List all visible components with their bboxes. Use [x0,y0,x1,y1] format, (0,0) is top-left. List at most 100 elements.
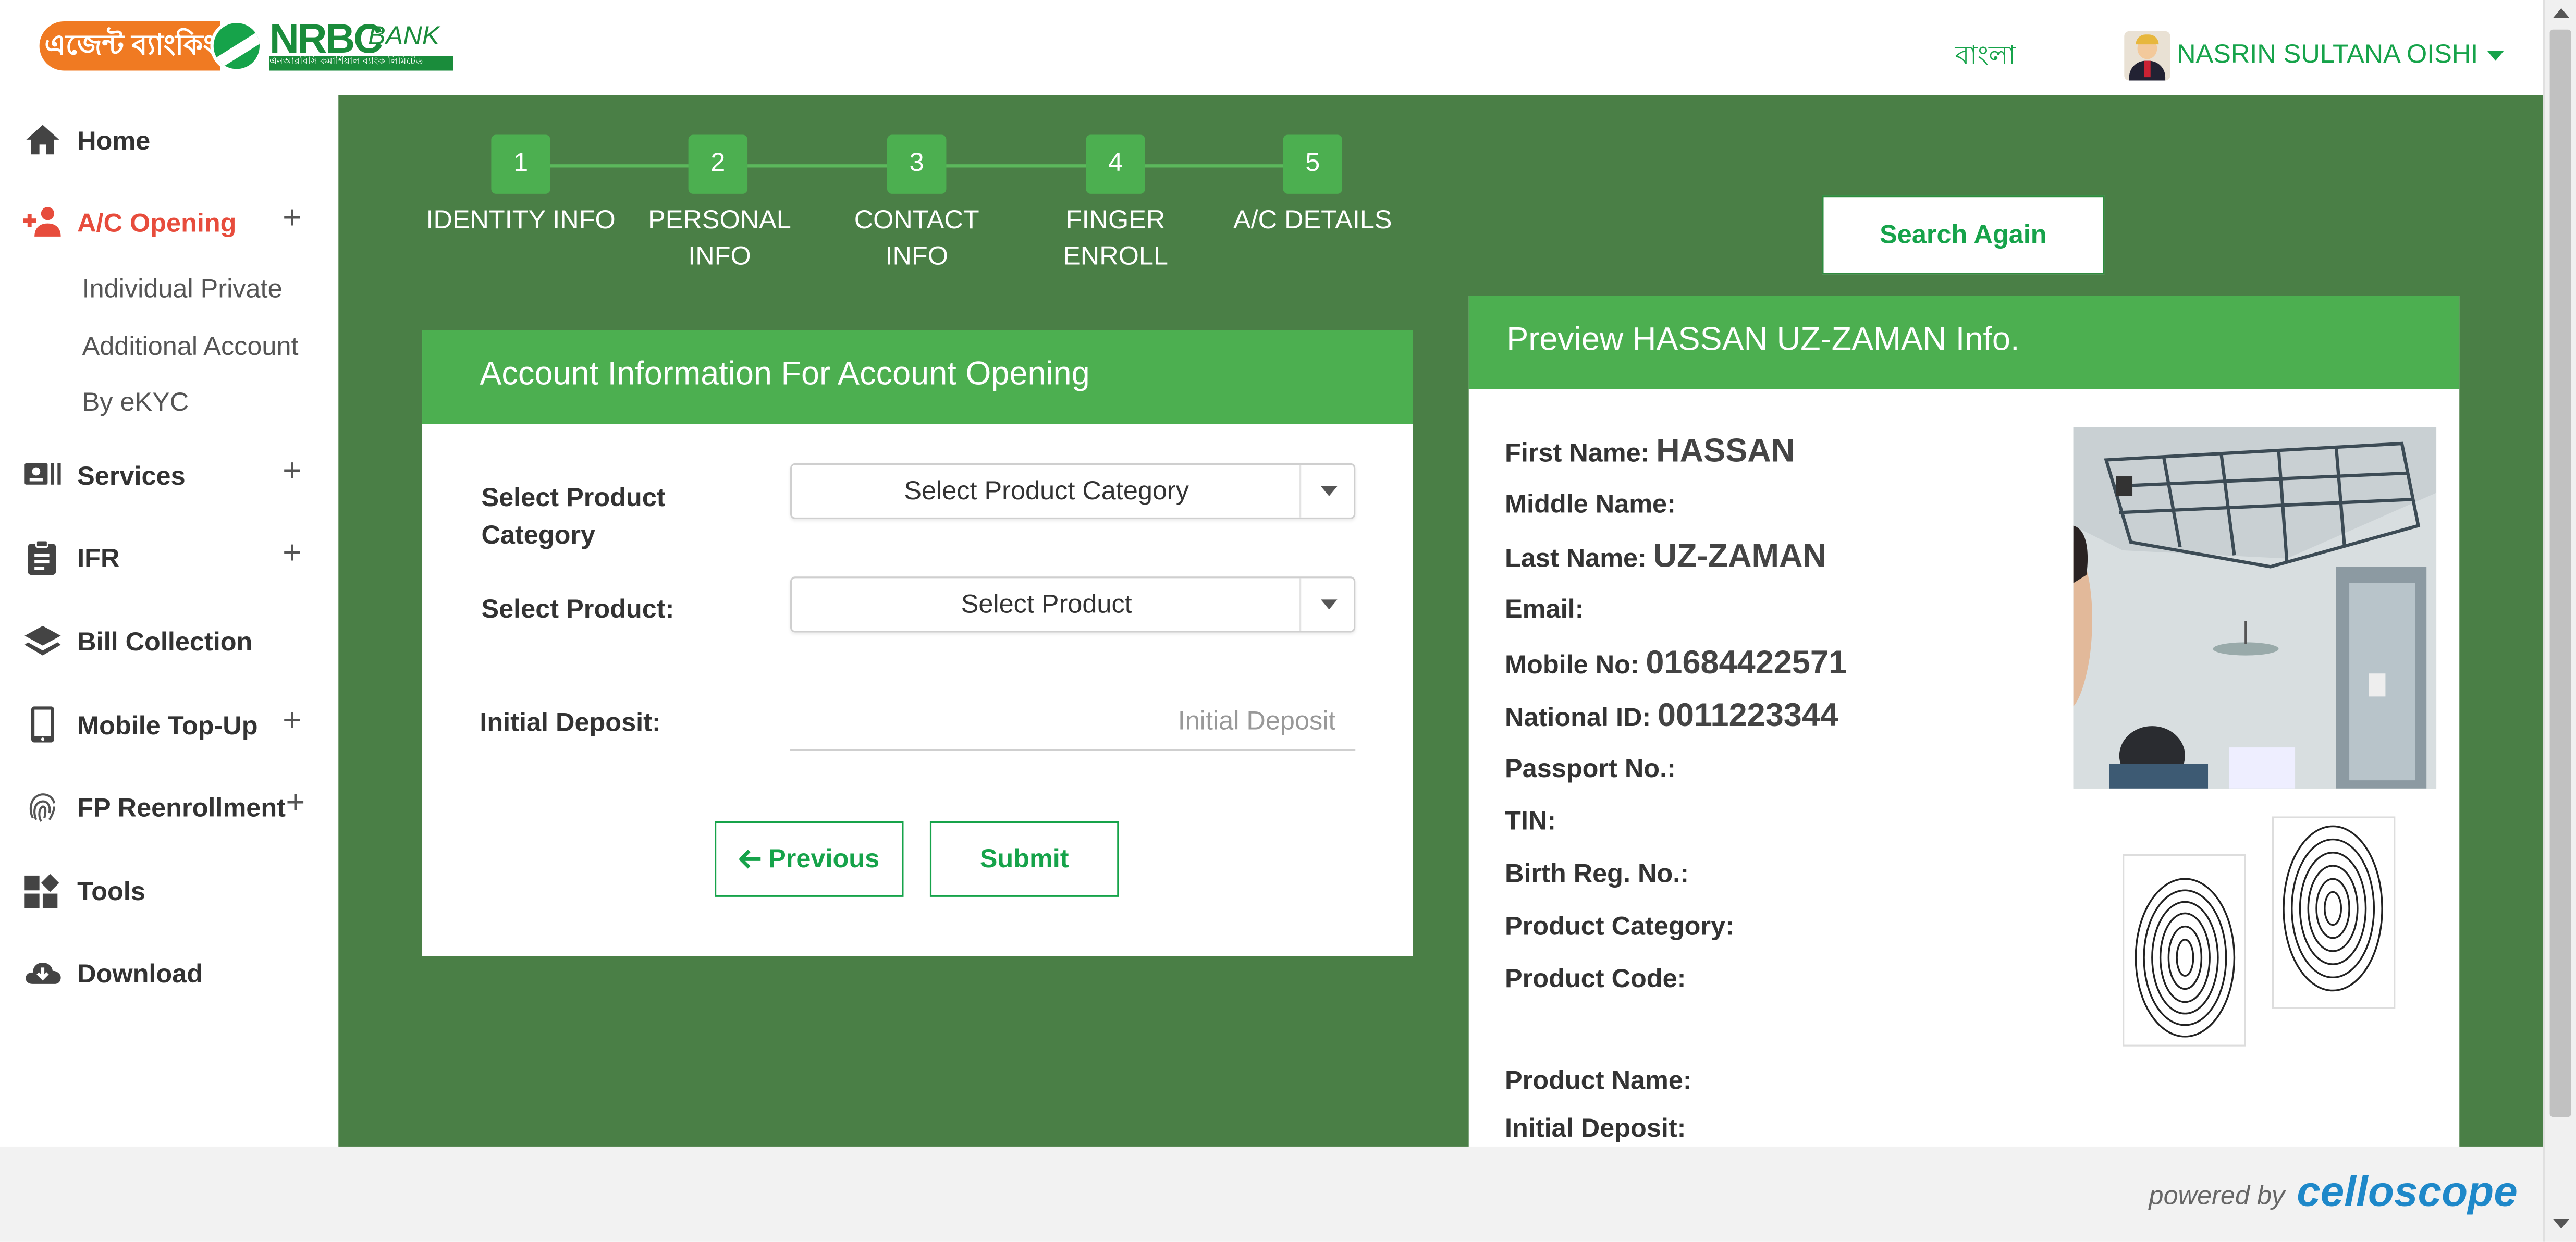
search-again-button[interactable]: Search Again [1822,195,2105,275]
step-connector [747,164,896,168]
email-label: Email: [1505,596,1584,624]
passport-label: Passport No.: [1505,755,1676,784]
step-2-marker[interactable]: 2 [688,134,748,194]
scroll-down-icon[interactable] [2553,1219,2570,1229]
sidebar-item-ifr[interactable]: IFR + [23,535,327,581]
sidebar-item-services[interactable]: Services + [23,453,327,499]
account-info-card: Account Information For Account Opening … [422,330,1413,956]
product-category-label-line: Category [481,522,596,550]
national-id-label: National ID: [1505,705,1651,733]
agent-banking-logo: এজেন্ট ব্যাংকিং [39,21,220,71]
user-menu[interactable]: NASRIN SULTANA OISHI [2177,41,2505,71]
bank-logo-text: BANK [368,23,440,51]
sidebar-item-label: Tools [77,879,145,907]
expand-plus-icon[interactable]: + [283,535,302,573]
sidebar-item-bill-collection[interactable]: Bill Collection [23,619,327,665]
celloscope-logo: celloscope [2297,1166,2518,1216]
chevron-down-icon [1299,464,1354,518]
step-5-label: A/C DETAILS [1233,207,1392,235]
sidebar-item-download[interactable]: Download [23,951,327,997]
expand-plus-icon[interactable]: + [283,703,302,741]
first-name-label: First Name: [1505,440,1650,469]
product-category-select[interactable]: Select Product Category [790,463,1356,519]
product-category-label-line: Select Product [481,484,666,513]
step-4-marker[interactable]: 4 [1086,134,1145,194]
fingerprint-icon [29,793,56,822]
step-5-marker[interactable]: 5 [1283,134,1343,194]
chevron-down-icon [1299,578,1354,631]
step-4-label: FINGER ENROLL [1063,207,1168,272]
initial-deposit-label: Initial Deposit: [480,709,661,738]
sidebar-item-label: Home [77,128,151,156]
sidebar: Home A/C Opening + Individual Private Ad… [0,95,339,1147]
middle-name-label: Middle Name: [1505,491,1676,519]
sidebar-item-label: IFR [77,545,120,573]
product-selected: Select Product [961,591,1132,620]
step-1-label: IDENTITY INFO [426,207,616,235]
add-user-icon [23,207,61,237]
scroll-up-icon[interactable] [2553,8,2570,18]
step-2-label: PERSONAL INFO [637,204,802,276]
account-info-header: Account Information For Account Opening [422,330,1413,424]
cloud-download-icon [26,962,61,984]
language-toggle[interactable]: বাংলা [1955,34,2016,79]
mobile-row: Mobile No: 01684422571 [1505,646,1847,683]
home-icon [26,125,59,155]
fingerprint-right-image [2272,816,2396,1009]
sidebar-subitem-individual-private[interactable]: Individual Private [82,276,283,306]
sidebar-subitem-by-ekyc[interactable]: By eKYC [82,389,189,419]
step-3-label: CONTACT INFO [854,207,979,272]
initial-deposit-input[interactable] [790,695,1356,751]
sidebar-item-fp-reenrollment[interactable]: FP Reenrollment + [23,785,327,831]
sidebar-subitem-additional-account[interactable]: Additional Account [82,334,299,363]
id-card-icon [24,463,61,485]
product-code-label: Product Code: [1505,966,1686,994]
scrollbar-thumb[interactable] [2549,29,2571,1117]
product-name-label: Product Name: [1505,1067,1692,1096]
sidebar-item-label: FP Reenrollment [77,795,286,823]
last-name-row: Last Name: UZ-ZAMAN [1505,539,1826,576]
national-id-value: 0011223344 [1657,698,1838,734]
preview-title: Preview HASSAN UZ-ZAMAN Info. [1506,322,2020,359]
step-2-label-line: PERSONAL [648,207,791,235]
tin-label: TIN: [1505,808,1556,837]
sidebar-item-ac-opening[interactable]: A/C Opening + [23,201,327,247]
page-scrollbar[interactable] [2543,0,2576,1242]
sidebar-item-mobile-topup[interactable]: Mobile Top-Up + [23,703,327,749]
national-id-row: National ID: 0011223344 [1505,698,1838,736]
birth-reg-label: Birth Reg. No.: [1505,860,1689,889]
previous-button[interactable]: Previous [715,821,904,897]
fingerprint-left-image [2123,854,2246,1047]
step-3-marker[interactable]: 3 [887,134,947,194]
top-header: এজেন্ট ব্যাংকিং NRBC BANK এনআরবিসি কমার্… [0,0,2543,97]
last-name-value: UZ-ZAMAN [1653,538,1827,575]
customer-photo [2073,427,2437,789]
step-connector [548,164,697,168]
expand-plus-icon[interactable]: + [283,453,302,491]
first-name-row: First Name: HASSAN [1505,434,1795,471]
expand-plus-icon[interactable]: + [283,201,302,238]
product-label: Select Product: [481,596,674,624]
widgets-icon [24,874,59,908]
sidebar-item-label: A/C Opening [77,210,237,239]
expand-plus-icon[interactable]: + [286,785,305,823]
nrbc-logo-icon [210,19,263,72]
step-1-marker[interactable]: 1 [491,134,550,194]
previous-button-label: Previous [768,846,880,874]
sidebar-item-tools[interactable]: Tools [23,869,327,915]
sidebar-item-home[interactable]: Home [23,118,327,164]
bank-logo-subtitle: এনআরবিসি কমার্শিয়াল ব্যাংক লিমিটেড [269,56,453,71]
submit-button[interactable]: Submit [929,821,1119,897]
first-name-value: HASSAN [1656,434,1795,470]
layers-icon [24,625,61,656]
product-select[interactable]: Select Product [790,576,1356,633]
arrow-left-icon [738,850,760,869]
sidebar-item-label: Services [77,463,186,491]
product-category-preview-label: Product Category: [1505,913,1734,941]
step-connector [944,164,1093,168]
product-category-label: Select Product Category [481,479,665,555]
product-category-selected: Select Product Category [904,478,1189,506]
sidebar-item-label: Download [77,961,203,989]
user-avatar[interactable] [2124,31,2170,81]
step-connector [1143,164,1292,168]
